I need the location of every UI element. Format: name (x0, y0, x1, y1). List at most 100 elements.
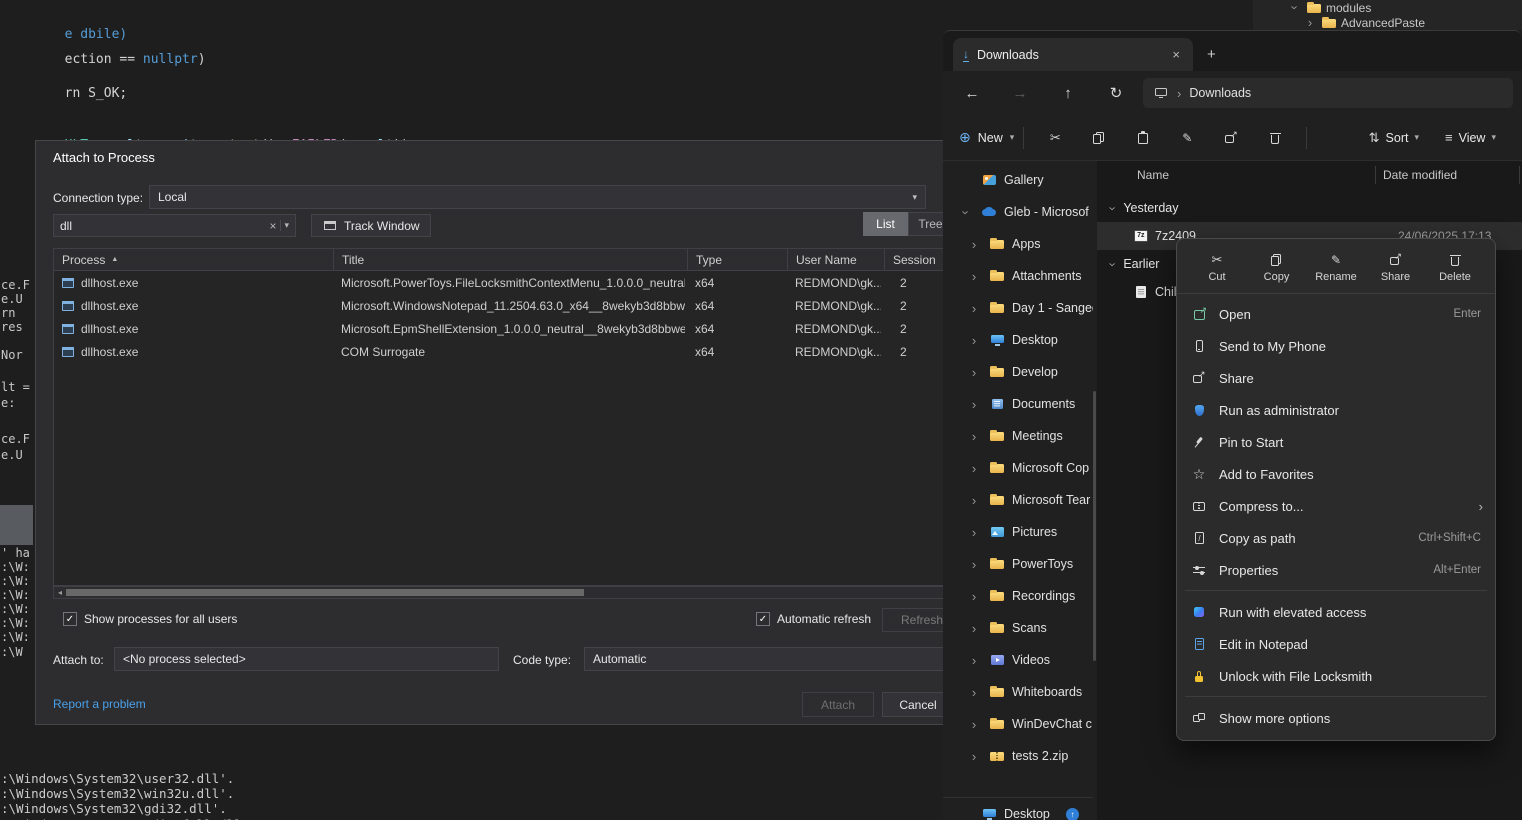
cut-button[interactable] (1033, 130, 1077, 146)
menu-item-open[interactable]: Open Enter (1177, 298, 1495, 330)
chevron-icon[interactable] (967, 525, 981, 540)
connection-type-select[interactable]: Local ▾ (149, 185, 926, 209)
checkbox-checked-icon[interactable]: ✓ (63, 612, 77, 626)
menu-item-add-to-favorites[interactable]: Add to Favorites (1177, 458, 1495, 490)
sidebar-item[interactable]: Microsoft Tear (943, 484, 1093, 516)
process-row[interactable]: dllhost.exe Microsoft.PowerToys.FileLock… (54, 271, 953, 294)
sidebar-item[interactable]: Day 1 - Sangee (943, 292, 1093, 324)
menu-item-compress-to[interactable]: Compress to... (1177, 490, 1495, 522)
scroll-left-icon[interactable]: ◂ (54, 587, 66, 598)
sidebar-item[interactable]: PowerToys (943, 548, 1093, 580)
process-row[interactable]: dllhost.exe COM Surrogate x64 REDMOND\gk… (54, 340, 953, 363)
menu-item-run-as-admin[interactable]: Run as administrator (1177, 394, 1495, 426)
sidebar-item[interactable]: Gallery (943, 164, 1093, 196)
sidebar-item[interactable]: tests 2.zip (943, 740, 1093, 772)
tab-close-icon[interactable]: × (1169, 47, 1183, 62)
chevron-icon[interactable] (967, 461, 981, 476)
address-bar[interactable]: › Downloads (1143, 78, 1513, 108)
list-toggle-button[interactable]: List (863, 212, 908, 236)
attach-button[interactable]: Attach (802, 692, 874, 717)
sidebar-item[interactable]: Meetings (943, 420, 1093, 452)
sidebar-item[interactable]: Documents (943, 388, 1093, 420)
chevron-icon[interactable] (967, 685, 981, 700)
column-header-name[interactable]: Name (1137, 168, 1169, 182)
chevron-icon[interactable] (967, 653, 981, 668)
editor-scrollbar-thumb[interactable] (0, 505, 33, 545)
menu-item-send-to-phone[interactable]: Send to My Phone (1177, 330, 1495, 362)
delete-button[interactable] (1253, 130, 1297, 146)
copy-button[interactable] (1077, 130, 1121, 146)
menu-item-properties[interactable]: Properties Alt+Enter (1177, 554, 1495, 586)
sidebar-scrollbar[interactable] (1093, 391, 1096, 661)
sidebar-item[interactable]: Scans (943, 612, 1093, 644)
chevron-icon[interactable] (967, 397, 981, 412)
up-button[interactable]: ↑ (1051, 85, 1085, 102)
chevron-icon[interactable] (967, 237, 981, 252)
group-chevron-icon[interactable] (1111, 257, 1115, 272)
column-separator[interactable] (1519, 166, 1520, 184)
chevron-icon[interactable] (967, 269, 981, 284)
column-header-title[interactable]: Title (333, 249, 687, 270)
sidebar-item[interactable]: Desktop (943, 324, 1093, 356)
sidebar-item[interactable]: WinDevChat c (943, 708, 1093, 740)
menu-item-edit-in-notepad[interactable]: Edit in Notepad (1177, 628, 1495, 660)
sidebar-item[interactable]: Apps (943, 228, 1093, 260)
column-header-process[interactable]: Process ▲ (54, 249, 333, 270)
column-header-type[interactable]: Type (687, 249, 787, 270)
menu-item-show-more-options[interactable]: Show more options (1177, 702, 1495, 734)
process-row[interactable]: dllhost.exe Microsoft.EpmShellExtension_… (54, 317, 953, 340)
breadcrumb-downloads[interactable]: Downloads (1189, 86, 1251, 100)
attach-to-field[interactable]: <No process selected> (114, 647, 499, 671)
chevron-icon[interactable] (967, 365, 981, 380)
chevron-icon[interactable] (967, 557, 981, 572)
sidebar-item[interactable]: Gleb - Microsof (943, 196, 1093, 228)
chevron-icon[interactable] (967, 301, 981, 316)
horizontal-scrollbar[interactable]: ◂ ▸ (53, 586, 954, 599)
sidebar-item[interactable]: Attachments (943, 260, 1093, 292)
file-list-row[interactable]: Yesterday (1097, 194, 1522, 222)
checkbox-checked-icon[interactable]: ✓ (756, 612, 770, 626)
breadcrumb-chevron-icon[interactable]: › (1177, 86, 1181, 101)
chevron-icon[interactable] (967, 429, 981, 444)
quick-rename-button[interactable]: Rename (1308, 244, 1364, 290)
chevron-icon[interactable] (1288, 0, 1302, 15)
downloads-tab[interactable]: ↓ Downloads × (953, 38, 1193, 71)
menu-item-run-elevated[interactable]: Run with elevated access (1177, 596, 1495, 628)
menu-item-copy-as-path[interactable]: Copy as path Ctrl+Shift+C (1177, 522, 1495, 554)
solution-tree-item[interactable]: AdvancedPaste (1253, 15, 1522, 30)
clear-filter-icon[interactable]: × (265, 219, 280, 233)
quick-share-button[interactable]: Share (1368, 244, 1424, 290)
filter-dropdown-icon[interactable]: ▾ (280, 220, 289, 231)
chevron-icon[interactable] (967, 333, 981, 348)
share-button[interactable] (1209, 130, 1253, 146)
new-button[interactable]: ⊕ New ▾ (959, 129, 1014, 146)
menu-item-unlock-file-locksmith[interactable]: Unlock with File Locksmith (1177, 660, 1495, 692)
chevron-icon[interactable] (1303, 15, 1317, 30)
column-header-date-modified[interactable]: Date modified (1383, 168, 1457, 182)
chevron-icon[interactable] (967, 589, 981, 604)
process-row[interactable]: dllhost.exe Microsoft.WindowsNotepad_11.… (54, 294, 953, 317)
chevron-icon[interactable] (967, 493, 981, 508)
chevron-icon[interactable] (967, 621, 981, 636)
solution-tree-item[interactable]: modules (1253, 0, 1522, 15)
report-a-problem-link[interactable]: Report a problem (53, 697, 146, 711)
chevron-icon[interactable] (959, 205, 973, 220)
quick-delete-button[interactable]: Delete (1427, 244, 1483, 290)
sidebar-item[interactable]: Microsoft Cop (943, 452, 1093, 484)
show-all-users-checkbox[interactable]: ✓ Show processes for all users (63, 612, 237, 626)
back-button[interactable]: ← (955, 85, 989, 102)
view-button[interactable]: ≡ View ▾ (1445, 130, 1496, 145)
group-chevron-icon[interactable] (1111, 201, 1115, 216)
new-tab-button[interactable]: + (1207, 47, 1216, 62)
sidebar-item[interactable]: Whiteboards (943, 676, 1093, 708)
code-type-field[interactable]: Automatic (584, 647, 971, 671)
chevron-icon[interactable] (967, 749, 981, 764)
chevron-icon[interactable] (967, 717, 981, 732)
column-separator[interactable] (1375, 166, 1376, 184)
column-header-user[interactable]: User Name (787, 249, 884, 270)
automatic-refresh-checkbox[interactable]: ✓ Automatic refresh (756, 612, 871, 626)
process-filter-input[interactable]: dll × ▾ (53, 214, 296, 237)
paste-button[interactable] (1121, 130, 1165, 146)
menu-item-share[interactable]: Share (1177, 362, 1495, 394)
forward-button[interactable]: → (1003, 85, 1037, 102)
